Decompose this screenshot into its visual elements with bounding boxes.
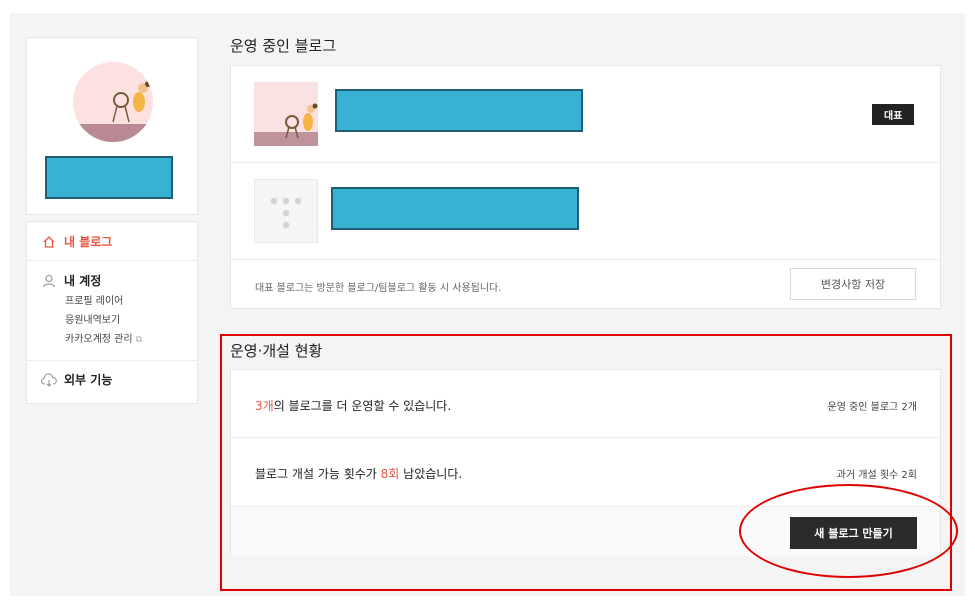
blog-thumbnail-default <box>254 179 318 243</box>
sidebar-item-label: 내 블로그 <box>64 235 113 249</box>
list-item[interactable]: 대표 <box>231 66 940 162</box>
link-profile-layer[interactable]: 프로필 레이어 <box>27 292 197 311</box>
blogs-panel: 대표 대표 블로그는 방문한 블로그/팀블로그 활동 시 사용됩니다. 변경사항… <box>230 65 941 309</box>
sidebar-item-external[interactable]: 외부 기능 <box>27 371 197 388</box>
sidebar-item-label: 내 계정 <box>64 274 102 288</box>
redacted-blog-name <box>45 156 173 199</box>
list-item[interactable] <box>231 163 940 259</box>
sidebar-menu: 내 블로그 내 계정 프로필 레이어 응원내역보기 카카오계정 관리 ⧉ 외부 기… <box>26 221 198 404</box>
divider <box>27 260 197 261</box>
sidebar-item-my-blog[interactable]: 내 블로그 <box>27 233 197 250</box>
representative-badge: 대표 <box>872 104 915 125</box>
annotation-ellipse <box>739 484 958 578</box>
link-kakao-account[interactable]: 카카오계정 관리 ⧉ <box>27 330 197 350</box>
save-changes-button[interactable]: 변경사항 저장 <box>790 268 916 300</box>
avatar[interactable] <box>73 62 153 142</box>
redacted-blog-title <box>331 187 579 230</box>
divider <box>27 360 197 361</box>
representative-note: 대표 블로그는 방문한 블로그/팀블로그 활동 시 사용됩니다. <box>255 283 502 294</box>
section-title-blogs: 운영 중인 블로그 <box>230 37 337 55</box>
sidebar-item-my-account[interactable]: 내 계정 <box>27 272 197 289</box>
home-icon <box>41 234 57 250</box>
cloud-download-icon <box>41 372 57 388</box>
link-support-history[interactable]: 응원내역보기 <box>27 311 197 330</box>
blog-thumbnail <box>254 82 318 146</box>
profile-card <box>26 37 198 215</box>
divider <box>231 259 940 260</box>
person-icon <box>41 273 57 289</box>
redacted-blog-title <box>335 89 583 132</box>
sidebar-item-label: 외부 기능 <box>64 373 113 387</box>
external-link-icon: ⧉ <box>135 335 143 345</box>
